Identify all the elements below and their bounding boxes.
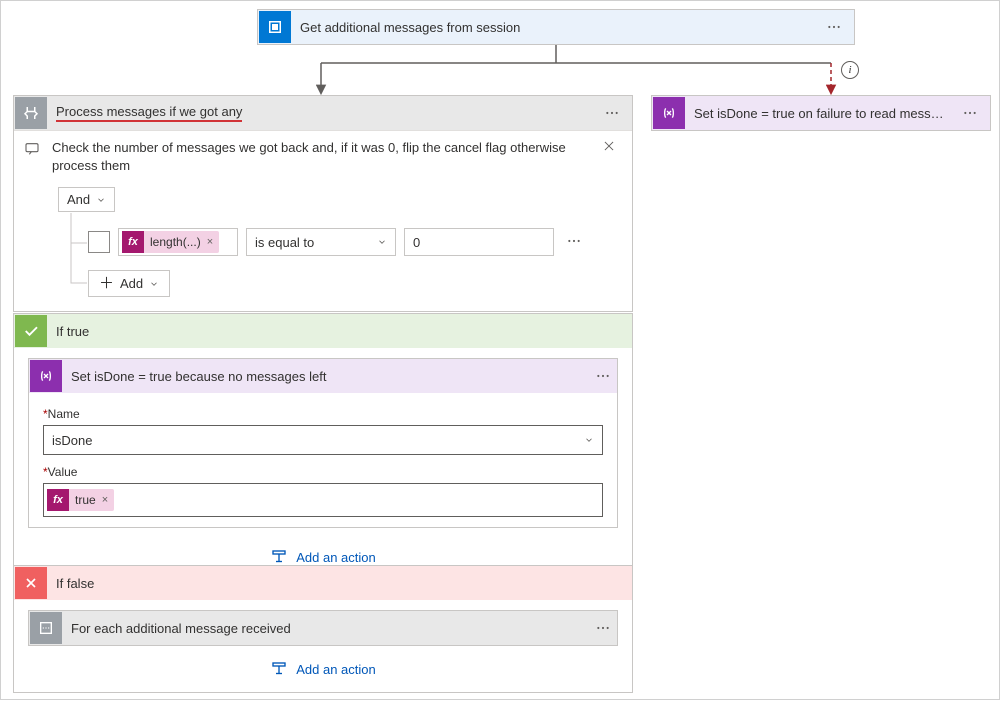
- operator-select[interactable]: is equal to: [246, 228, 396, 256]
- value-text: 0: [413, 235, 420, 250]
- if-true-branch: If true Set isDone = true because no mes…: [13, 313, 633, 581]
- close-icon: [15, 567, 47, 599]
- if-false-title: If false: [48, 576, 626, 591]
- condition-menu[interactable]: [598, 99, 626, 127]
- check-icon: [15, 315, 47, 347]
- row-menu[interactable]: [562, 233, 586, 252]
- condition-body: And fx length(...) × is equal to: [14, 183, 632, 311]
- action-set-isdone-failure[interactable]: Set isDone = true on failure to read mes…: [651, 95, 991, 131]
- add-action-label: Add an action: [296, 662, 376, 677]
- condition-comment: Check the number of messages we got back…: [52, 139, 592, 175]
- fx-pill[interactable]: fx length(...) ×: [122, 231, 219, 253]
- fx-pill[interactable]: fx true ×: [47, 489, 114, 511]
- add-label: Add: [120, 276, 143, 291]
- add-action-false[interactable]: Add an action: [14, 650, 632, 692]
- action-menu[interactable]: [820, 13, 848, 41]
- fx-remove[interactable]: ×: [207, 236, 213, 248]
- chevron-down-icon: [149, 279, 159, 289]
- value-input[interactable]: 0: [404, 228, 554, 256]
- flow-canvas: i Get additional messages from session P…: [0, 0, 1000, 700]
- if-true-header[interactable]: If true: [14, 314, 632, 348]
- add-action-icon: [270, 548, 288, 566]
- condition-card: Process messages if we got any Check the…: [13, 95, 633, 312]
- action-body: *Name isDone *Value fx true ×: [29, 393, 617, 527]
- comment-close[interactable]: [602, 139, 622, 156]
- if-false-branch: If false For each additional message rec…: [13, 565, 633, 693]
- row-checkbox[interactable]: [88, 231, 110, 253]
- condition-comment-row: Check the number of messages we got back…: [14, 130, 632, 183]
- action-set-isdone-true: Set isDone = true because no messages le…: [28, 358, 618, 528]
- action-title: For each additional message received: [63, 621, 589, 636]
- action-title: Set isDone = true on failure to read mes…: [686, 106, 956, 121]
- value-input[interactable]: fx true ×: [43, 483, 603, 517]
- group-label: And: [67, 192, 90, 207]
- action-header[interactable]: Set isDone = true because no messages le…: [29, 359, 617, 393]
- variable-icon: [30, 360, 62, 392]
- action-title: Set isDone = true because no messages le…: [63, 369, 589, 384]
- operator-value: is equal to: [255, 235, 314, 250]
- chevron-down-icon: [96, 195, 106, 205]
- add-action-label: Add an action: [296, 550, 376, 565]
- expression-input[interactable]: fx length(...) ×: [118, 228, 238, 256]
- name-value: isDone: [52, 433, 92, 448]
- fx-label: length(...): [150, 235, 201, 249]
- fx-remove[interactable]: ×: [102, 494, 108, 506]
- condition-row: fx length(...) × is equal to 0: [88, 228, 622, 256]
- foreach-icon: [30, 612, 62, 644]
- condition-header[interactable]: Process messages if we got any: [14, 96, 632, 130]
- condition-group-selector[interactable]: And: [58, 187, 115, 212]
- add-condition-button[interactable]: ＋ Add: [88, 270, 170, 297]
- servicebus-icon: [259, 11, 291, 43]
- tree-connector: [57, 213, 89, 293]
- comment-icon: [24, 139, 42, 160]
- fx-icon: fx: [122, 231, 144, 253]
- condition-title: Process messages if we got any: [48, 104, 598, 122]
- info-icon[interactable]: i: [841, 61, 859, 79]
- variable-icon: [653, 97, 685, 129]
- chevron-down-icon: [584, 435, 594, 445]
- action-foreach-message[interactable]: For each additional message received: [28, 610, 618, 646]
- if-true-title: If true: [48, 324, 626, 339]
- fx-label: true: [75, 493, 96, 507]
- chevron-down-icon: [377, 237, 387, 247]
- name-select[interactable]: isDone: [43, 425, 603, 455]
- condition-icon: [15, 97, 47, 129]
- action-title: Get additional messages from session: [292, 20, 820, 35]
- action-get-additional-messages[interactable]: Get additional messages from session: [257, 9, 855, 45]
- action-menu[interactable]: [589, 362, 617, 390]
- fx-icon: fx: [47, 489, 69, 511]
- value-label: *Value: [43, 465, 603, 479]
- name-label: *Name: [43, 407, 603, 421]
- add-action-icon: [270, 660, 288, 678]
- action-menu[interactable]: [956, 99, 984, 127]
- action-menu[interactable]: [589, 614, 617, 642]
- if-false-header[interactable]: If false: [14, 566, 632, 600]
- plus-icon: ＋: [99, 276, 114, 291]
